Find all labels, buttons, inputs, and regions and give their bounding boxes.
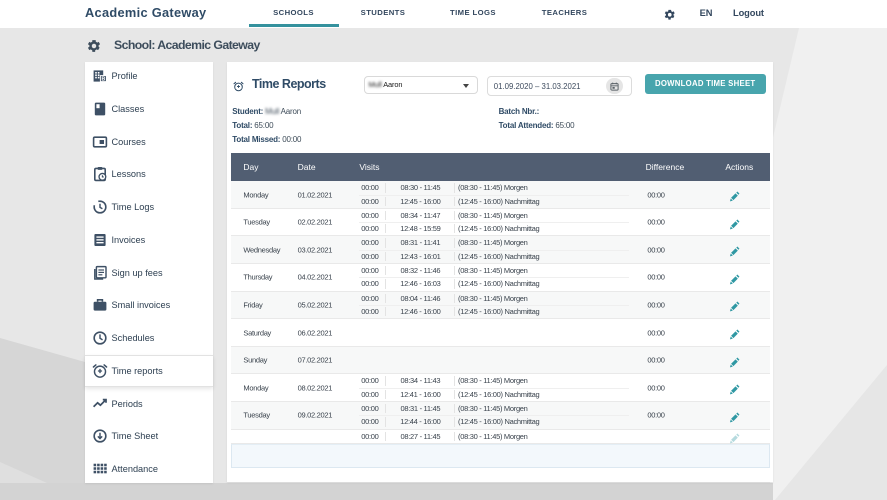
svg-text:B: B xyxy=(101,77,105,83)
